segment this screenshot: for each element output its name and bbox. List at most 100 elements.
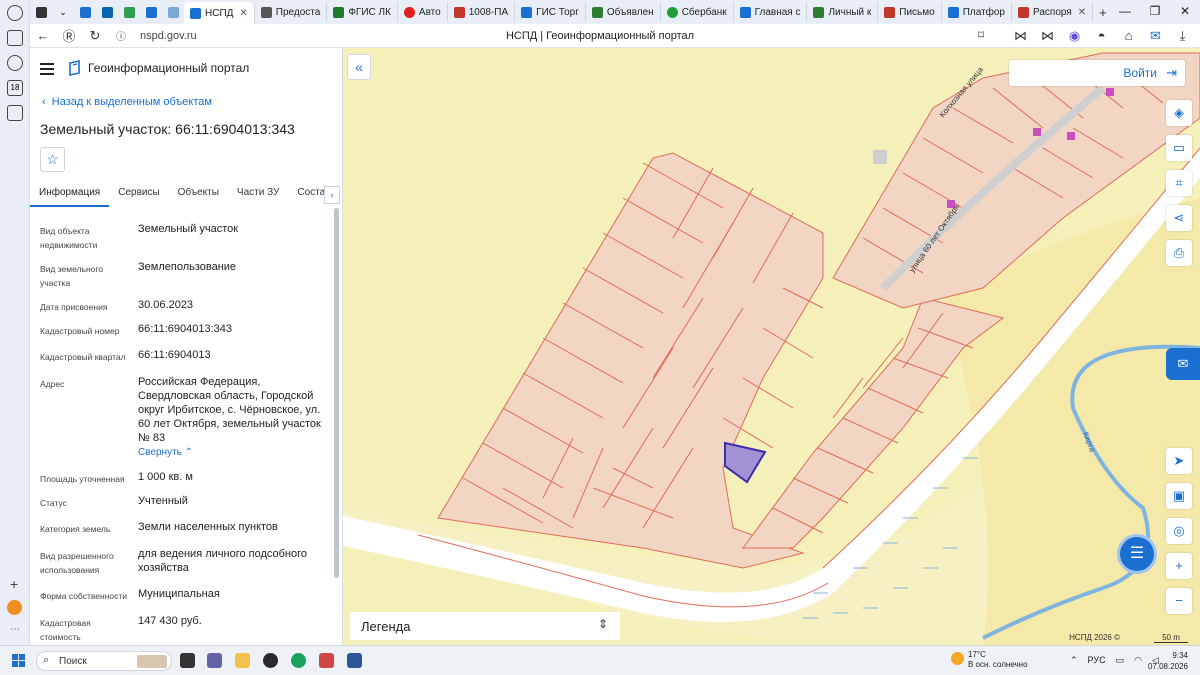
back-to-selection-link[interactable]: ‹ Назад к выделенным объектам (42, 96, 212, 108)
locate-button[interactable]: ➤ (1166, 448, 1192, 474)
more-icon[interactable]: ⋯ (10, 624, 20, 635)
tab-menu[interactable]: ⌄ (52, 2, 74, 22)
minimap-button[interactable]: ▣ (1166, 483, 1192, 509)
menu-icon[interactable] (40, 60, 54, 78)
site-info-icon[interactable]: ⓘ (108, 28, 134, 43)
tab[interactable]: ГИС Торг (515, 2, 586, 22)
tab[interactable]: Главная с (734, 2, 808, 22)
tab[interactable]: ФГИС ЛК (327, 2, 398, 22)
tabs-scroll-right-button[interactable]: › (324, 186, 340, 204)
add-sidebar-icon[interactable]: + (10, 576, 18, 592)
chevron-up-icon[interactable]: ⌃ (1070, 655, 1078, 666)
bookmark-icon[interactable]: ⌑ (978, 28, 984, 42)
extension-icon[interactable]: ⌂ (1121, 28, 1136, 43)
pinned-tab[interactable] (96, 2, 118, 22)
chevron-right-icon: › (330, 190, 334, 200)
display-icon[interactable]: ▭ (1116, 655, 1125, 666)
teams-icon[interactable] (207, 653, 222, 668)
layers-button[interactable]: ◈ (1166, 100, 1192, 126)
select-area-button[interactable]: ⌗ (1166, 170, 1192, 196)
tab[interactable]: Распоря ✕ (1012, 2, 1094, 22)
edge-icon[interactable] (291, 653, 306, 668)
wifi-icon[interactable]: ◠ (1134, 655, 1142, 666)
media-icon[interactable] (7, 55, 23, 71)
extension-icon[interactable]: ⋈ (1013, 28, 1028, 43)
close-tab-icon[interactable]: ✕ (239, 8, 247, 19)
map-view[interactable]: Кирга улица 60 лет Октября Колхозная ули… (343, 48, 1200, 645)
history-icon[interactable] (7, 5, 23, 21)
minimize-icon[interactable]: — (1110, 0, 1140, 22)
tab[interactable]: Предоста (255, 2, 328, 22)
word-icon[interactable] (347, 653, 362, 668)
tab[interactable]: Платфор (942, 2, 1012, 22)
pinned-tab-icon (123, 6, 135, 18)
extension-icon[interactable]: ◉ (1067, 28, 1082, 43)
tab-information[interactable]: Информация (30, 183, 110, 207)
feedback-icon: ✉ (1177, 356, 1189, 371)
zoom-in-button[interactable]: + (1166, 553, 1192, 579)
clock[interactable]: 9:34 07.08.2026 (1148, 650, 1188, 672)
tab[interactable]: Личный к (807, 2, 879, 22)
pinned-tab[interactable] (140, 2, 162, 22)
download-icon[interactable]: ⤓ (1175, 28, 1190, 43)
collections-icon[interactable] (7, 30, 23, 46)
extension-icon[interactable]: ⋈ (1040, 28, 1055, 43)
selected-parcel[interactable] (724, 441, 767, 484)
screenshot-icon[interactable] (7, 105, 23, 121)
pinned-tab[interactable] (162, 2, 184, 22)
url-text[interactable]: nspd.gov.ru (140, 30, 197, 42)
legend-label: Легенда (361, 619, 411, 634)
calendar-icon[interactable]: 18 (7, 80, 23, 96)
geolocation-button[interactable]: ◎ (1166, 518, 1192, 544)
navigation-icon: ➤ (1173, 453, 1185, 468)
yandex-button-icon[interactable]: Ⓡ (56, 26, 82, 45)
share-button[interactable]: ⋖ (1166, 205, 1192, 231)
extension-icon[interactable]: ✉ (1148, 28, 1163, 43)
tab[interactable]: 1008-ПА (448, 2, 516, 22)
maximize-icon[interactable]: ❐ (1140, 0, 1170, 22)
tab-objects[interactable]: Объекты (169, 183, 228, 207)
yandex-browser-icon[interactable] (263, 653, 278, 668)
pinned-tab[interactable] (74, 2, 96, 22)
reload-icon[interactable]: ↻ (82, 28, 108, 44)
tab-parts[interactable]: Части ЗУ (228, 183, 288, 207)
collapse-label: Свернуть (138, 447, 182, 458)
back-icon[interactable]: ← (30, 28, 56, 43)
tab[interactable]: Письмо (878, 2, 942, 22)
info-tabs: Информация Сервисы Объекты Части ЗУ Сост… (30, 183, 343, 207)
favorite-button[interactable]: ☆ (40, 147, 65, 172)
new-tab-icon[interactable]: + (1099, 5, 1107, 20)
tab-label: Авто (418, 6, 441, 18)
yandex-icon[interactable] (7, 600, 22, 615)
tab-audio[interactable] (30, 2, 52, 22)
task-view-icon[interactable] (180, 653, 195, 668)
collapse-link[interactable]: Свернуть ⌃ (138, 446, 326, 460)
tab[interactable]: Сбербанк (661, 2, 734, 22)
extension-icon[interactable]: ◓ (1094, 28, 1109, 43)
print-button[interactable]: ⎙ (1166, 240, 1192, 266)
start-button[interactable] (12, 654, 26, 668)
zoom-out-button[interactable]: − (1166, 588, 1192, 614)
collapse-panel-button[interactable]: « (347, 54, 371, 80)
feedback-side-button[interactable]: ✉ (1166, 348, 1200, 380)
tab[interactable]: Авто (398, 2, 448, 22)
chat-button[interactable]: ☰ (1117, 534, 1157, 574)
legend-dropdown[interactable]: Легенда ⇕ (350, 612, 620, 640)
panel-scrollbar[interactable] (334, 208, 339, 578)
language-indicator[interactable]: РУС (1088, 655, 1106, 666)
tab-nspd[interactable]: НСПД ✕ (184, 2, 255, 24)
login-button[interactable]: Войти ⇥ (1009, 60, 1185, 86)
pinned-tab[interactable] (118, 2, 140, 22)
measure-button[interactable]: ▭ (1166, 135, 1192, 161)
close-window-icon[interactable]: ✕ (1170, 0, 1200, 22)
file-explorer-icon[interactable] (235, 653, 250, 668)
tab[interactable]: Объявлен (586, 2, 661, 22)
property-label: Категория земель (40, 524, 111, 534)
taskbar-search[interactable]: ⌕ Поиск (36, 651, 172, 671)
close-tab-icon[interactable]: ✕ (1078, 7, 1086, 18)
tab-services[interactable]: Сервисы (109, 183, 168, 207)
app-icon[interactable] (319, 653, 334, 668)
property-label: Вид земельного участка (40, 264, 104, 288)
weather-widget[interactable]: 17°C В осн. солнечно (951, 650, 1028, 670)
map-canvas[interactable]: Кирга улица 60 лет Октября Колхозная ули… (343, 48, 1200, 645)
